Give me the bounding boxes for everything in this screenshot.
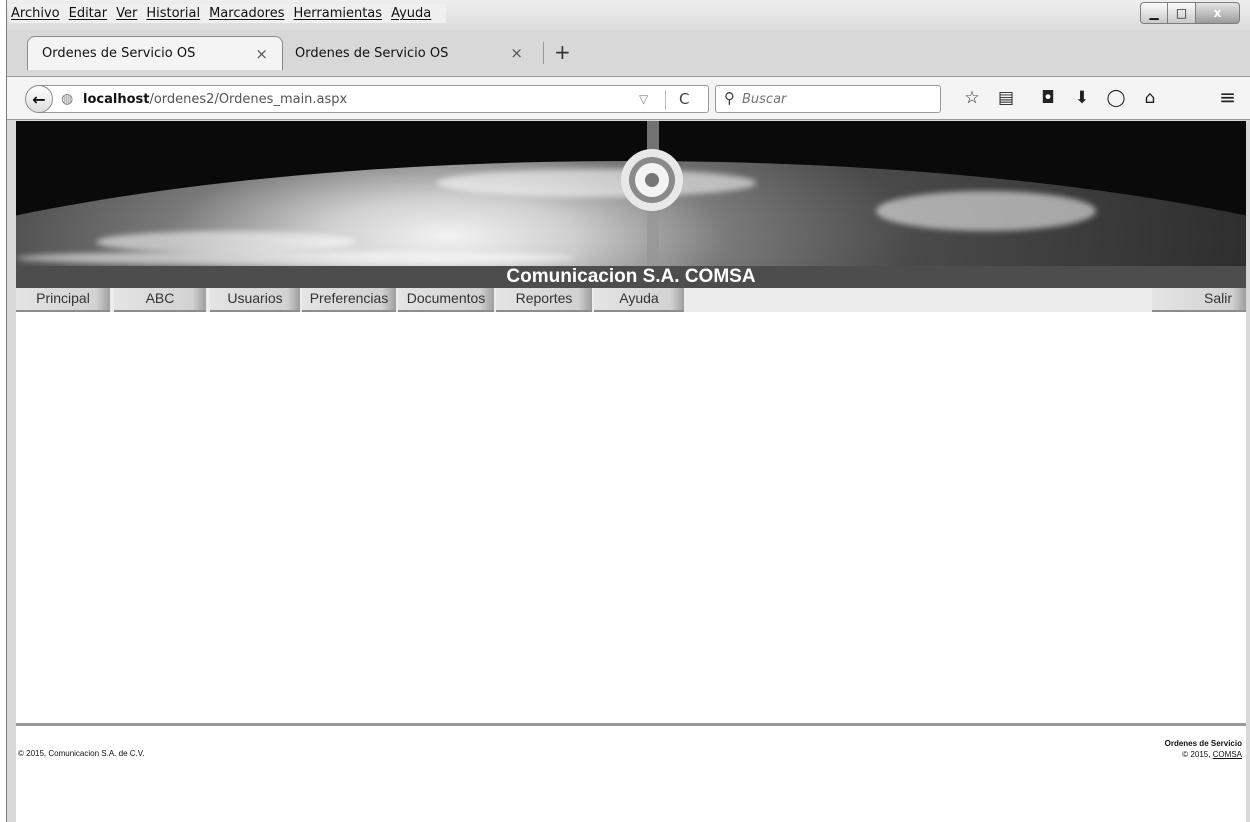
url-bar[interactable]: ◍ localhost/ordenes2/Ordenes_main.aspx ▽… bbox=[39, 85, 709, 113]
tab-inactive[interactable]: Ordenes de Servicio OS × bbox=[283, 36, 537, 70]
menu-ayuda[interactable]: Ayuda bbox=[391, 6, 431, 21]
tab-title: Ordenes de Servicio OS bbox=[42, 46, 196, 61]
nav-documentos[interactable]: Documentos bbox=[398, 288, 494, 312]
tab-close-icon[interactable]: × bbox=[510, 44, 523, 62]
footer-copyright: © 2015, Comunicacion S.A. de C.V. bbox=[18, 749, 145, 758]
url-text[interactable]: localhost/ordenes2/Ordenes_main.aspx bbox=[83, 92, 347, 107]
url-host: localhost bbox=[83, 92, 150, 107]
tab-close-icon[interactable]: × bbox=[255, 45, 268, 63]
bookmark-star-icon[interactable]: ☆ bbox=[955, 85, 989, 111]
main-nav-menu: Principal ABC Usuarios Preferencias Docu… bbox=[16, 288, 1246, 312]
tab-separator bbox=[543, 42, 544, 64]
footer-comsa-link[interactable]: COMSA bbox=[1213, 750, 1242, 759]
globe-icon: ◍ bbox=[61, 91, 74, 107]
search-bar[interactable]: ⚲ bbox=[715, 85, 941, 113]
toolbar-icons: ☆ ▤ ◘ ⬇ ◯ ⌂ bbox=[955, 85, 1167, 111]
tab-bar: Ordenes de Servicio OS × Ordenes de Serv… bbox=[7, 30, 1250, 76]
reading-list-icon[interactable]: ▤ bbox=[989, 85, 1023, 111]
home-icon[interactable]: ⌂ bbox=[1133, 85, 1167, 111]
tab-active[interactable]: Ordenes de Servicio OS × bbox=[27, 36, 283, 70]
cloud-decoration bbox=[96, 231, 356, 253]
maximize-button[interactable]: □ bbox=[1168, 2, 1196, 24]
url-separator bbox=[665, 90, 666, 110]
close-window-button[interactable]: x bbox=[1196, 2, 1240, 24]
menu-items: Archivo Editar Ver Historial Marcadores … bbox=[9, 4, 447, 23]
window-controls: ▁ □ x bbox=[1140, 2, 1240, 24]
url-path: /ordenes2/Ordenes_main.aspx bbox=[149, 92, 348, 107]
reload-icon[interactable]: C bbox=[679, 90, 689, 108]
nav-usuarios[interactable]: Usuarios bbox=[210, 288, 300, 312]
menu-bar: Archivo Editar Ver Historial Marcadores … bbox=[7, 0, 1250, 30]
new-tab-button[interactable]: + bbox=[554, 40, 571, 64]
target-logo-icon bbox=[621, 149, 683, 211]
company-title: Comunicacion S.A. COMSA bbox=[506, 266, 756, 287]
downloads-icon[interactable]: ⬇ bbox=[1065, 85, 1099, 111]
cloud-decoration bbox=[436, 169, 756, 197]
company-title-bar: Comunicacion S.A. COMSA bbox=[16, 266, 1246, 288]
menu-ver[interactable]: Ver bbox=[116, 6, 137, 21]
menu-editar[interactable]: Editar bbox=[69, 6, 108, 21]
nav-ayuda[interactable]: Ayuda bbox=[594, 288, 684, 312]
hamburger-menu-icon[interactable]: ≡ bbox=[1219, 85, 1236, 109]
footer-info: Ordenes de Servicio © 2015, COMSA bbox=[1165, 738, 1242, 760]
footer-copyright-prefix: © 2015, bbox=[1182, 750, 1213, 759]
header-banner bbox=[16, 121, 1246, 266]
nav-principal[interactable]: Principal bbox=[16, 288, 110, 312]
footer-copyright-right: © 2015, COMSA bbox=[1165, 749, 1242, 760]
nav-reportes[interactable]: Reportes bbox=[496, 288, 592, 312]
nav-salir[interactable]: Salir bbox=[1152, 288, 1246, 312]
footer-app-title: Ordenes de Servicio bbox=[1164, 739, 1242, 748]
search-input[interactable] bbox=[742, 90, 932, 108]
minimize-button[interactable]: ▁ bbox=[1140, 2, 1168, 24]
url-dropdown-icon[interactable]: ▽ bbox=[639, 92, 648, 106]
page-content: Comunicacion S.A. COMSA Principal ABC Us… bbox=[16, 121, 1246, 822]
tab-title: Ordenes de Servicio OS bbox=[295, 45, 449, 61]
cloud-decoration bbox=[876, 191, 1096, 231]
menu-marcadores[interactable]: Marcadores bbox=[209, 6, 284, 21]
footer-divider bbox=[16, 723, 1246, 726]
navigation-toolbar: ◍ localhost/ordenes2/Ordenes_main.aspx ▽… bbox=[7, 76, 1250, 120]
pocket-icon[interactable]: ◘ bbox=[1031, 85, 1065, 111]
back-button[interactable]: ← bbox=[25, 85, 53, 113]
menu-herramientas[interactable]: Herramientas bbox=[294, 6, 383, 21]
cloud-decoration bbox=[16, 251, 576, 265]
menu-archivo[interactable]: Archivo bbox=[11, 6, 60, 21]
search-icon: ⚲ bbox=[724, 89, 735, 107]
nav-preferencias[interactable]: Preferencias bbox=[302, 288, 396, 312]
chat-icon[interactable]: ◯ bbox=[1099, 85, 1133, 111]
nav-abc[interactable]: ABC bbox=[114, 288, 206, 312]
menu-historial[interactable]: Historial bbox=[146, 6, 200, 21]
